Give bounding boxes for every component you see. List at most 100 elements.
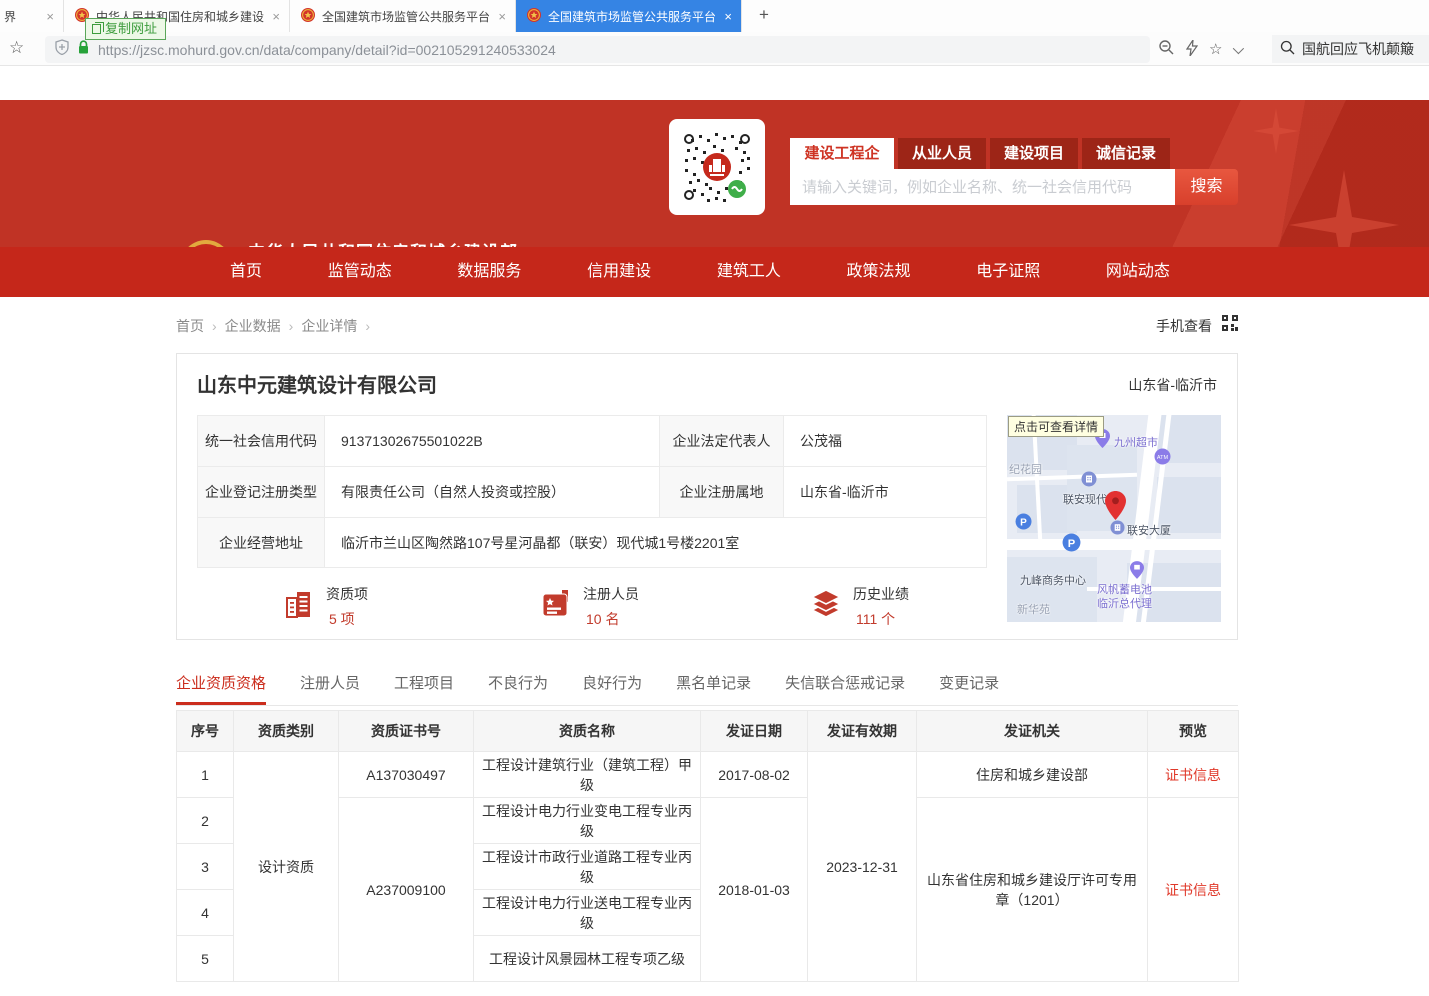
tab-bad-behavior[interactable]: 不良行为 xyxy=(488,664,548,705)
tab-blacklist[interactable]: 黑名单记录 xyxy=(676,664,751,705)
breadcrumb-home[interactable]: 首页 xyxy=(176,316,204,336)
stat-label: 资质项 xyxy=(326,584,368,604)
stat-registered-personnel[interactable]: 注册人员 10 名 xyxy=(539,584,639,629)
cell-name: 工程设计建筑行业（建筑工程）甲级 xyxy=(474,752,701,798)
cell-name: 工程设计风景园林工程专项乙级 xyxy=(474,936,701,982)
bookmark-star-icon[interactable]: ☆ xyxy=(9,38,24,58)
col-preview: 预览 xyxy=(1148,711,1239,752)
stat-historical-performance[interactable]: 历史业绩 111 个 xyxy=(809,584,909,629)
close-icon[interactable]: × xyxy=(272,9,280,24)
nav-item-credit[interactable]: 信用建设 xyxy=(583,247,655,297)
certificate-info-link[interactable]: 证书信息 xyxy=(1165,767,1221,783)
nav-item-site-news[interactable]: 网站动态 xyxy=(1102,247,1174,297)
lock-icon xyxy=(77,40,90,60)
ministry-name: 中华人民共和国住房和城乡建设部 xyxy=(248,238,518,247)
address-value: 临沂市兰山区陶然路107号星河晶都（联安）现代城1号楼2201室 xyxy=(325,518,987,568)
certificate-info-link[interactable]: 证书信息 xyxy=(1165,882,1221,898)
credit-code-value: 91371302675501022B xyxy=(325,416,660,467)
search-tab-project[interactable]: 建设项目 xyxy=(990,138,1078,169)
credit-code-label: 统一社会信用代码 xyxy=(198,416,325,467)
quick-search-box[interactable]: 国航回应飞机颠簸 xyxy=(1272,35,1429,63)
new-tab-button[interactable]: + xyxy=(752,4,776,28)
chevron-down-icon[interactable] xyxy=(1233,43,1244,54)
layers-icon xyxy=(809,587,843,626)
address-bar[interactable]: https://jzsc.mohurd.gov.cn/data/company/… xyxy=(45,36,1150,63)
banner-star-decoration xyxy=(1289,170,1399,247)
breadcrumb-company-data[interactable]: 企业数据 xyxy=(225,316,281,336)
browser-window: 界 × 中华人民共和国住房和城乡建设 × 全国建筑市场监管公共服务平台 × 全国… xyxy=(0,0,1429,996)
nav-item-workers[interactable]: 建筑工人 xyxy=(713,247,785,297)
search-button[interactable]: 搜索 xyxy=(1175,169,1238,205)
map-label-garden: 纪花园 xyxy=(1009,461,1042,477)
nav-item-home[interactable]: 首页 xyxy=(226,247,266,297)
building-icon xyxy=(282,587,316,626)
breadcrumb: 首页 企业数据 企业详情 手机查看 xyxy=(176,314,1238,338)
stat-label: 注册人员 xyxy=(583,584,639,604)
copy-url-tooltip[interactable]: 复制网址 xyxy=(85,18,166,40)
shield-icon[interactable] xyxy=(55,39,69,60)
stat-value: 111 个 xyxy=(853,609,909,629)
detail-tabs: 企业资质资格 注册人员 工程项目 不良行为 良好行为 黑名单记录 失信联合惩戒记… xyxy=(176,664,1238,706)
close-icon[interactable]: × xyxy=(46,9,54,24)
tab-title: 全国建筑市场监管公共服务平台 xyxy=(322,8,492,25)
hot-search-text[interactable]: 国航回应飞机颠簸 xyxy=(1302,39,1414,59)
nav-item-supervision[interactable]: 监管动态 xyxy=(324,247,396,297)
nav-item-data-service[interactable]: 数据服务 xyxy=(453,247,525,297)
nav-item-e-license[interactable]: 电子证照 xyxy=(972,247,1044,297)
browser-tabstrip: 界 × 中华人民共和国住房和城乡建设 × 全国建筑市场监管公共服务平台 × 全国… xyxy=(0,0,1429,32)
tab-qualifications[interactable]: 企业资质资格 xyxy=(176,664,266,705)
stat-value: 5 项 xyxy=(326,609,368,629)
site-brand: 中华人民共和国住房和城乡建设部 www.mohurd.gov.cn 全国建筑市场… xyxy=(178,236,738,247)
cell-category: 设计资质 xyxy=(234,752,339,982)
company-location-map[interactable]: 点击可查看详情 九州超市 ATM 纪花园 联安现代城 联安大厦 P xyxy=(1007,415,1221,622)
location-marker-icon xyxy=(1105,491,1126,525)
poi-building-icon xyxy=(1081,471,1097,492)
parking-icon: P xyxy=(1062,533,1081,557)
search-tab-enterprise[interactable]: 建设工程企业 xyxy=(790,138,894,169)
favorite-star-icon[interactable]: ☆ xyxy=(1209,41,1222,59)
mobile-view-link[interactable]: 手机查看 xyxy=(1156,316,1212,336)
tab-title: 全国建筑市场监管公共服务平台 xyxy=(548,8,718,25)
company-summary-card: 山东中元建筑设计有限公司 山东省-临沂市 统一社会信用代码 9137130267… xyxy=(176,353,1238,640)
zoom-out-icon[interactable] xyxy=(1158,39,1175,61)
nav-item-policy[interactable]: 政策法规 xyxy=(843,247,915,297)
table-header-row: 序号 资质类别 资质证书号 资质名称 发证日期 发证有效期 发证机关 预览 xyxy=(177,711,1239,752)
site-favicon-icon xyxy=(526,7,542,26)
map-label-supermarket: 九州超市 xyxy=(1114,434,1158,450)
breadcrumb-separator-icon xyxy=(289,318,294,334)
reg-type-value: 有限责任公司（自然人投资或控股） xyxy=(325,467,660,518)
close-icon[interactable]: × xyxy=(498,9,506,24)
legal-rep-value: 公茂福 xyxy=(784,416,987,467)
tab-registered-personnel[interactable]: 注册人员 xyxy=(300,664,360,705)
browser-tab-1[interactable]: 界 × xyxy=(0,0,64,32)
browser-tab-3[interactable]: 全国建筑市场监管公共服务平台 × xyxy=(290,0,516,32)
map-label-lianan-tower: 联安大厦 xyxy=(1127,522,1171,538)
site-header-banner: 中华人民共和国住房和城乡建设部 www.mohurd.gov.cn 全国建筑市场… xyxy=(0,100,1429,247)
reader-lightning-icon[interactable] xyxy=(1186,40,1198,61)
reg-place-label: 企业注册属地 xyxy=(660,467,784,518)
tab-projects[interactable]: 工程项目 xyxy=(394,664,454,705)
browser-toolbar: ☆ https://jzsc.mohurd.gov.cn/data/compan… xyxy=(0,32,1429,66)
reg-place-value: 山东省-临沂市 xyxy=(784,467,987,518)
tab-good-behavior[interactable]: 良好行为 xyxy=(582,664,642,705)
search-tab-credit[interactable]: 诚信记录 xyxy=(1082,138,1170,169)
parking-icon: P xyxy=(1015,513,1032,535)
map-label-jiufeng: 九峰商务中心 xyxy=(1020,572,1086,588)
browser-tab-active[interactable]: 全国建筑市场监管公共服务平台 × xyxy=(516,0,742,32)
breadcrumb-separator-icon xyxy=(212,318,217,334)
map-label-fengfan-2: 临沂总代理 xyxy=(1097,595,1152,611)
svg-text:P: P xyxy=(1068,538,1076,550)
url-text[interactable]: https://jzsc.mohurd.gov.cn/data/company/… xyxy=(98,42,556,58)
close-icon[interactable]: × xyxy=(724,9,732,24)
tab-change-records[interactable]: 变更记录 xyxy=(939,664,999,705)
keyword-search-input[interactable] xyxy=(790,169,1175,205)
tab-dishonesty[interactable]: 失信联合惩戒记录 xyxy=(785,664,905,705)
stat-qualifications[interactable]: 资质项 5 项 xyxy=(282,584,368,629)
search-tab-personnel[interactable]: 从业人员 xyxy=(898,138,986,169)
map-label-xinhua: 新华苑 xyxy=(1017,601,1050,617)
qr-code-icon[interactable] xyxy=(1222,315,1238,334)
toolbar-actions: ☆ xyxy=(1158,39,1258,61)
address-label: 企业经营地址 xyxy=(198,518,325,568)
svg-text:P: P xyxy=(1020,518,1027,529)
qualification-table: 序号 资质类别 资质证书号 资质名称 发证日期 发证有效期 发证机关 预览 1 … xyxy=(176,710,1239,982)
